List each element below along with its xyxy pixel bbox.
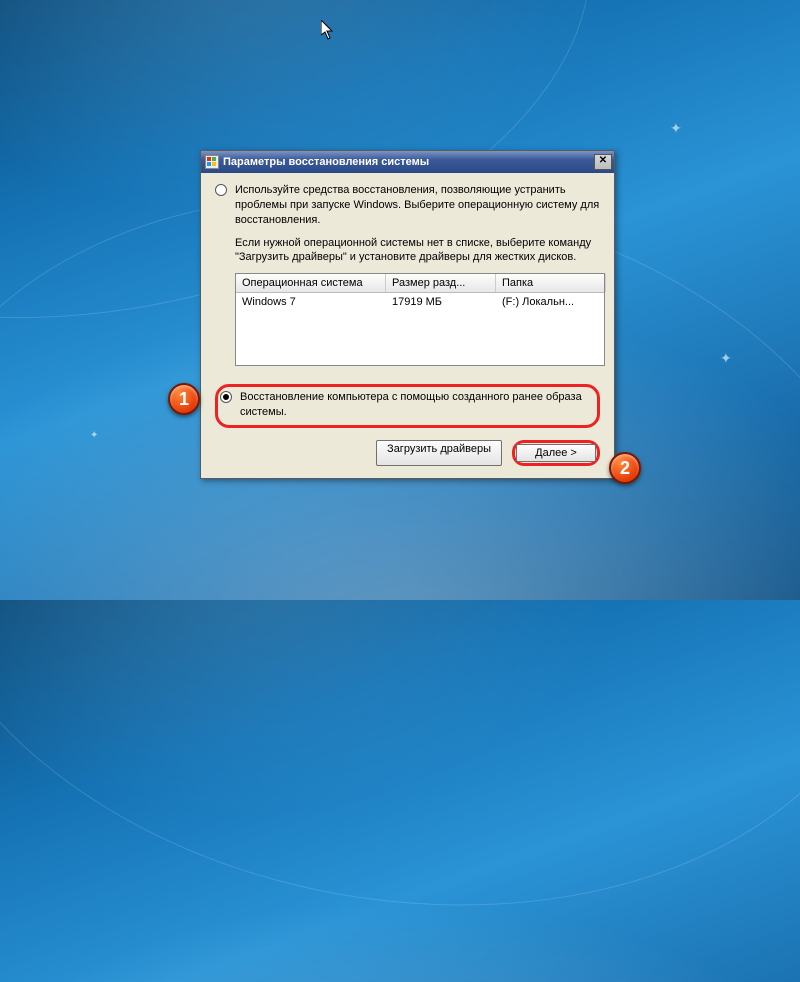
col-header-size[interactable]: Размер разд... <box>386 274 496 292</box>
table-row[interactable]: Windows 7 17919 МБ (F:) Локальн... <box>236 293 604 311</box>
next-button-highlight: Далее > <box>512 440 600 466</box>
recovery-options-dialog: Параметры восстановления системы ✕ Испол… <box>200 150 615 479</box>
bg-star: ✦ <box>90 430 98 441</box>
option-system-image-highlight: Восстановление компьютера с помощью созд… <box>215 384 600 428</box>
annotation-badge-2: 2 <box>609 452 641 484</box>
col-header-folder[interactable]: Папка <box>496 274 606 292</box>
titlebar[interactable]: Параметры восстановления системы ✕ <box>201 151 614 173</box>
bg-star: ✦ <box>670 120 682 137</box>
annotation-badge-1: 1 <box>168 383 200 415</box>
dialog-title: Параметры восстановления системы <box>223 156 594 168</box>
cell-size: 17919 МБ <box>386 293 496 311</box>
button-row: Загрузить драйверы Далее > <box>215 440 600 466</box>
option-repair-tools-label: Используйте средства восстановления, поз… <box>235 183 600 228</box>
cell-os: Windows 7 <box>236 293 386 311</box>
os-table-header: Операционная система Размер разд... Папк… <box>236 274 604 293</box>
next-button[interactable]: Далее > <box>516 444 596 462</box>
col-header-os[interactable]: Операционная система <box>236 274 386 292</box>
os-table: Операционная система Размер разд... Папк… <box>235 273 605 366</box>
radio-system-image[interactable] <box>220 391 232 403</box>
os-table-body: Windows 7 17919 МБ (F:) Локальн... <box>236 293 604 365</box>
dialog-body: Используйте средства восстановления, поз… <box>201 173 614 478</box>
radio-repair-tools[interactable] <box>215 184 227 196</box>
close-button[interactable]: ✕ <box>594 154 612 170</box>
app-icon <box>205 155 219 169</box>
load-drivers-button[interactable]: Загрузить драйверы <box>376 440 502 466</box>
bg-star: ✦ <box>720 350 732 367</box>
option-system-image-label: Восстановление компьютера с помощью созд… <box>240 390 589 420</box>
option-repair-tools[interactable]: Используйте средства восстановления, поз… <box>215 183 600 228</box>
load-drivers-hint: Если нужной операционной системы нет в с… <box>235 236 600 266</box>
cell-folder: (F:) Локальн... <box>496 293 606 311</box>
